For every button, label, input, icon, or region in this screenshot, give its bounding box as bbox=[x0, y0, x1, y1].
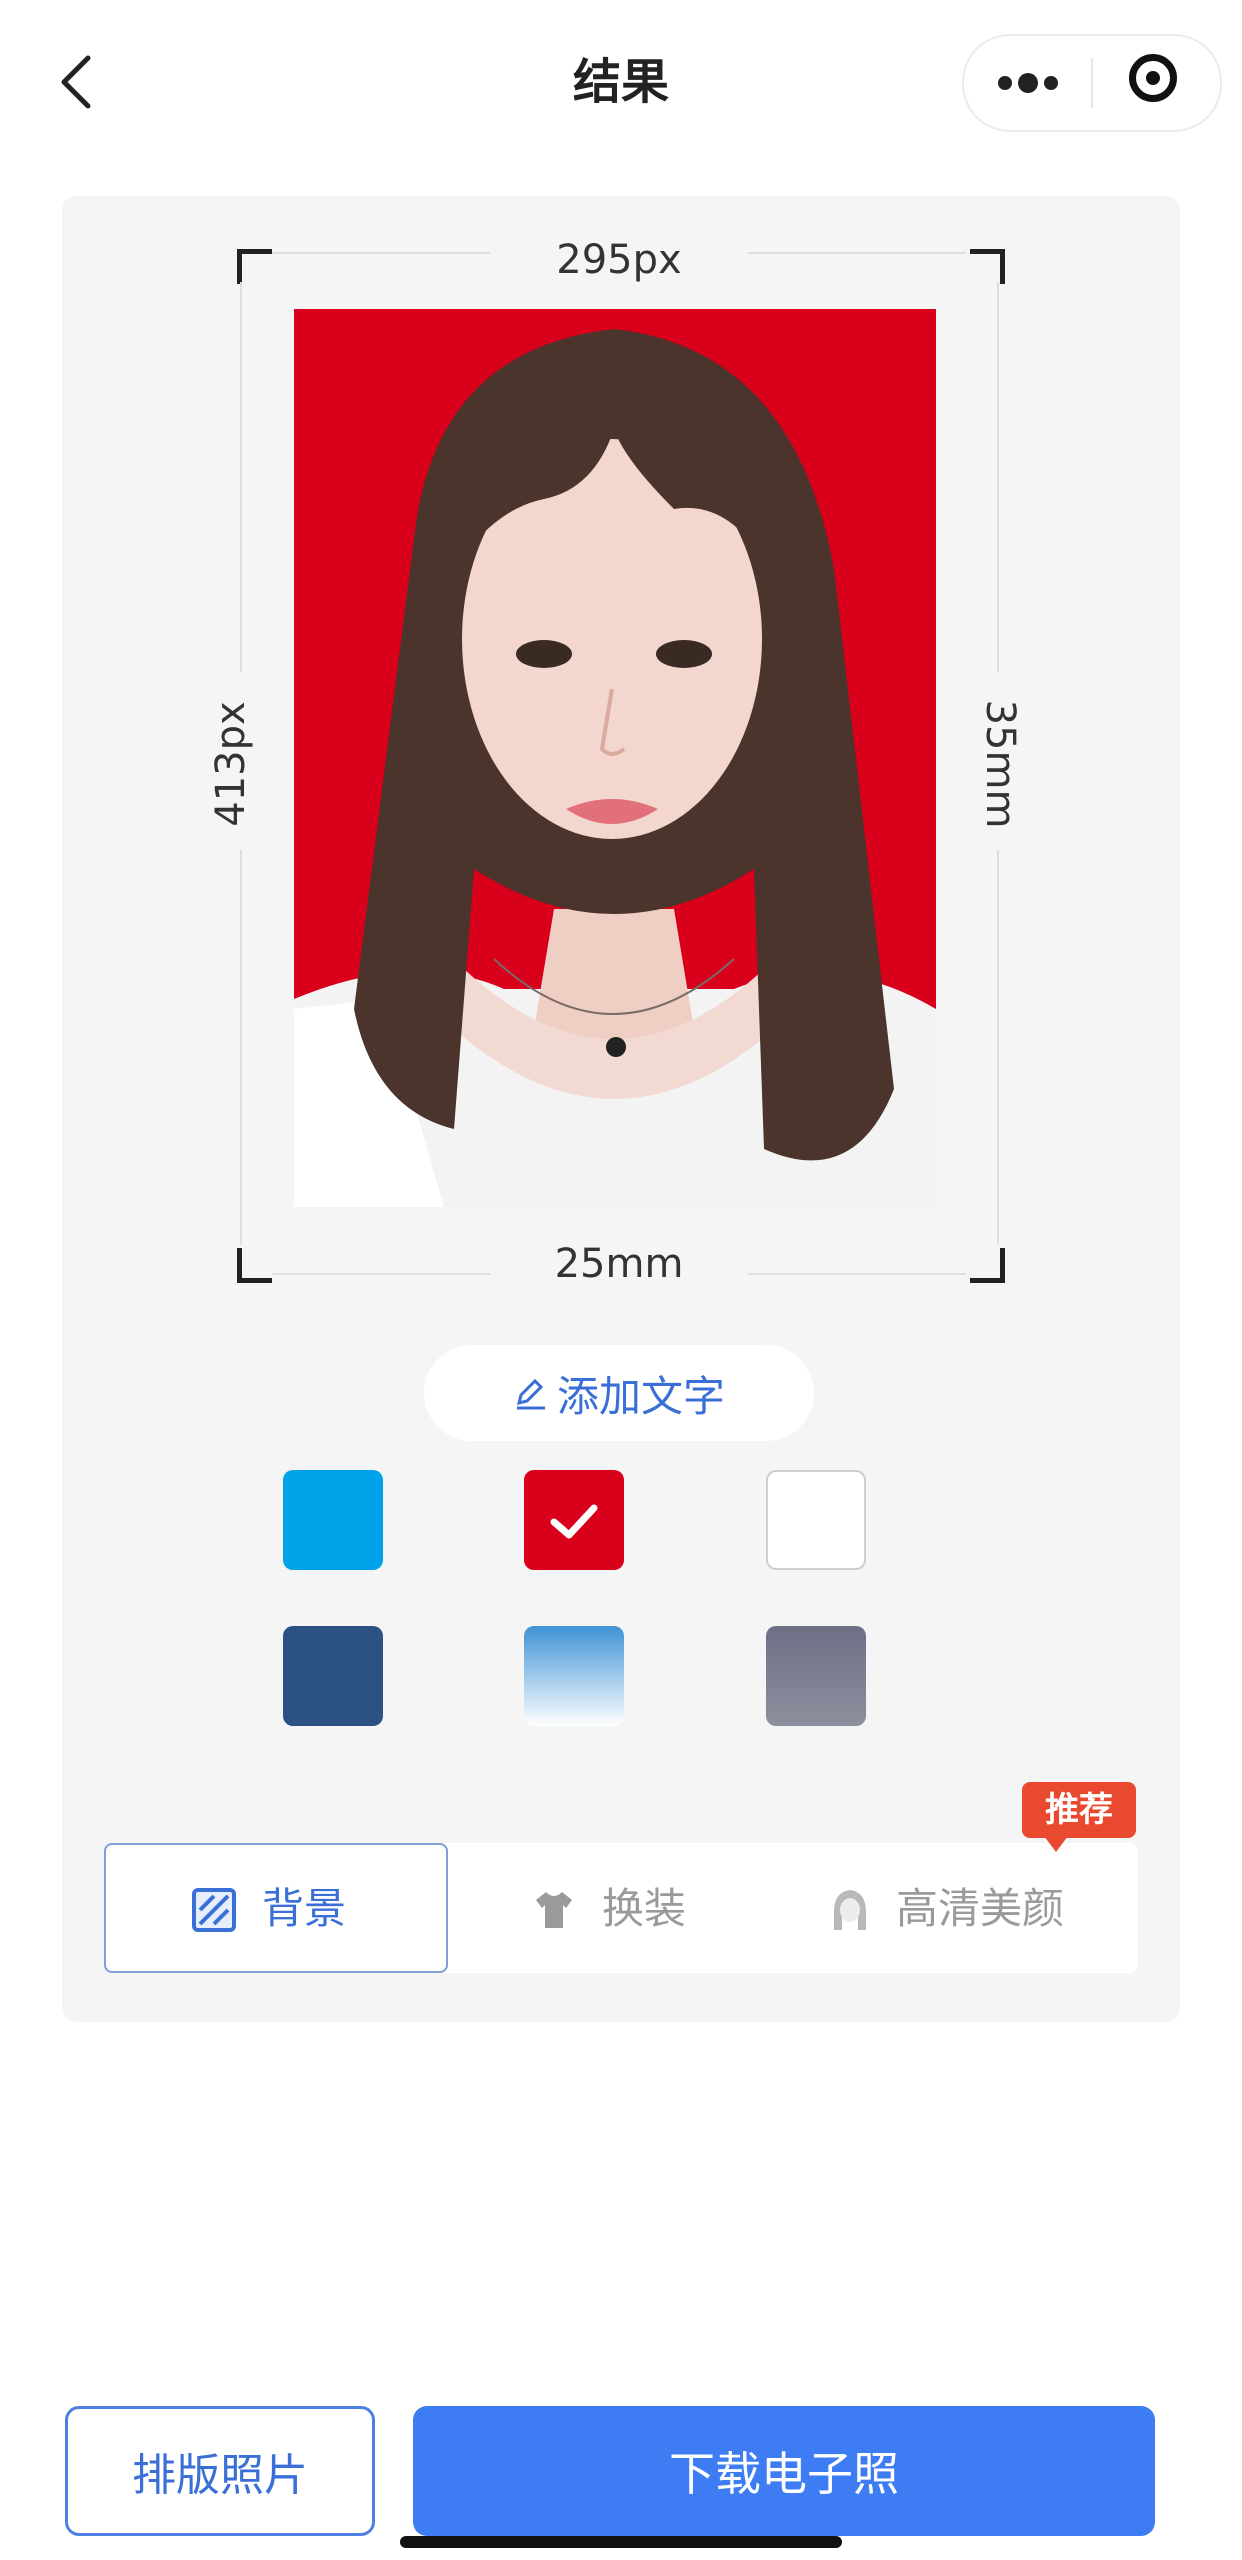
pencil-icon bbox=[516, 1378, 545, 1410]
tab-beauty[interactable]: 高清美颜 bbox=[826, 1880, 1126, 1940]
width-px-label: 295px bbox=[556, 237, 682, 283]
tab-outfit-label: 换装 bbox=[602, 1884, 687, 1933]
shirt-icon bbox=[536, 1892, 572, 1928]
color-swatch-gradient-blue[interactable] bbox=[524, 1626, 624, 1726]
tab-outfit[interactable]: 换装 bbox=[522, 1880, 812, 1940]
color-swatch-blue[interactable] bbox=[283, 1470, 383, 1570]
portrait-image bbox=[294, 309, 936, 1207]
id-photo-preview bbox=[294, 309, 936, 1207]
dimension-line bbox=[272, 252, 490, 254]
frame-corner bbox=[237, 1248, 272, 1283]
frame-corner bbox=[237, 249, 272, 284]
dimension-line bbox=[997, 282, 999, 672]
frame-corner bbox=[970, 1248, 1005, 1283]
layout-photo-button[interactable]: 排版照片 bbox=[65, 2406, 375, 2536]
more-dots-icon[interactable] bbox=[998, 70, 1058, 96]
dimension-line bbox=[748, 252, 966, 254]
capsule-divider bbox=[1091, 58, 1093, 108]
face-icon bbox=[834, 1890, 866, 1930]
add-text-label: 添加文字 bbox=[556, 1371, 725, 1421]
add-text-button[interactable]: 添加文字 bbox=[424, 1345, 814, 1441]
dimension-line bbox=[272, 1273, 490, 1275]
check-icon bbox=[550, 1504, 598, 1539]
recommend-badge: 推荐 bbox=[1022, 1782, 1136, 1838]
frame-corner bbox=[970, 249, 1005, 284]
background-icon bbox=[192, 1888, 236, 1932]
color-swatch-white[interactable] bbox=[766, 1470, 866, 1570]
width-mm-label: 25mm bbox=[554, 1241, 684, 1287]
mini-program-capsule bbox=[962, 34, 1222, 132]
target-circle-icon[interactable] bbox=[1129, 54, 1177, 102]
dimension-line bbox=[240, 850, 242, 1245]
home-indicator bbox=[400, 2536, 842, 2548]
color-swatch-red[interactable] bbox=[524, 1470, 624, 1570]
height-mm-label: 35mm bbox=[977, 699, 1023, 829]
tab-background-label: 背景 bbox=[262, 1884, 347, 1933]
dimension-line bbox=[997, 850, 999, 1245]
tab-beauty-label: 高清美颜 bbox=[896, 1884, 1065, 1933]
dimension-line bbox=[240, 282, 242, 672]
height-px-label: 413px bbox=[208, 701, 254, 827]
color-swatch-gradient-gray[interactable] bbox=[766, 1626, 866, 1726]
download-photo-button[interactable]: 下载电子照 bbox=[413, 2406, 1155, 2536]
color-swatch-dark-blue[interactable] bbox=[283, 1626, 383, 1726]
dimension-line bbox=[748, 1273, 966, 1275]
badge-pointer bbox=[1044, 1836, 1068, 1852]
